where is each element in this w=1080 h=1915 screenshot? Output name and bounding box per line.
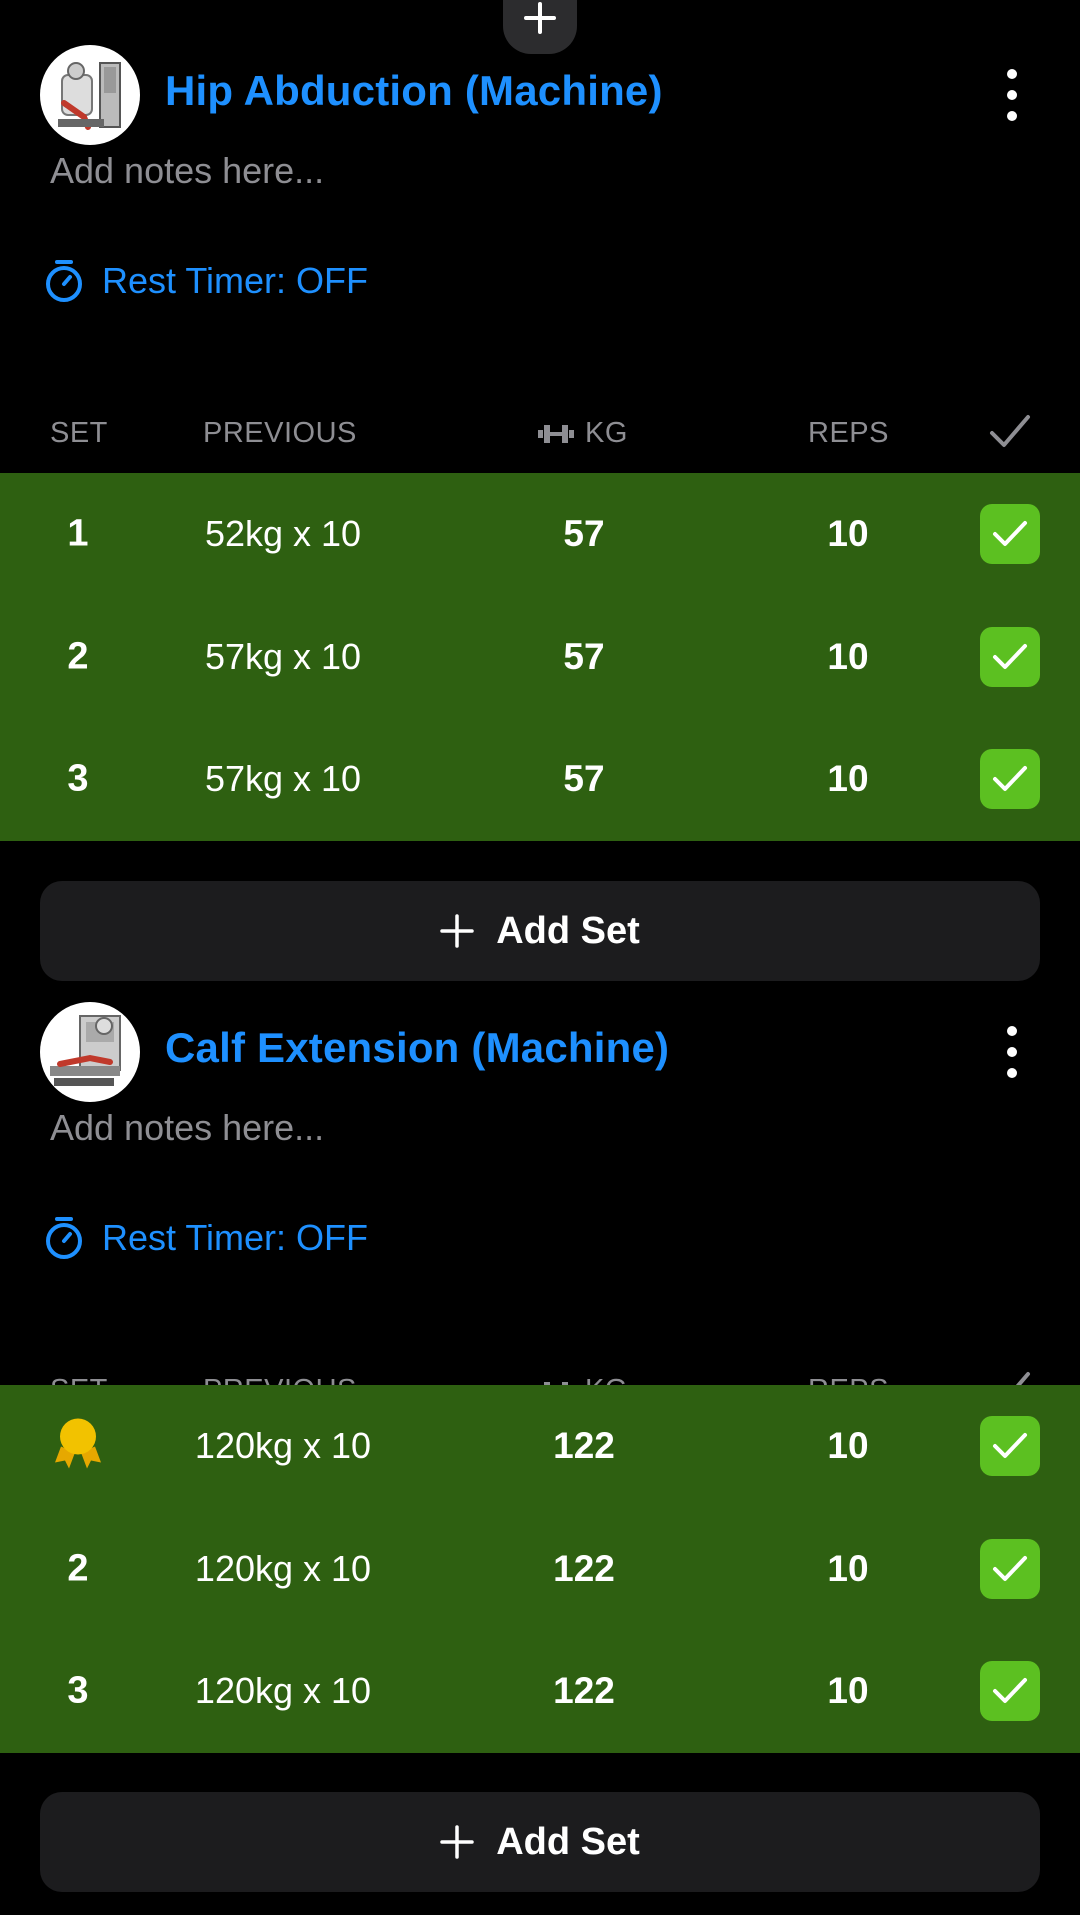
previous-value[interactable]: 120kg x 10 [195,1425,371,1467]
previous-value[interactable]: 120kg x 10 [195,1548,371,1590]
weight-input[interactable]: 57 [563,636,604,678]
checkmark-icon [993,521,1027,547]
reps-input[interactable]: 10 [827,1670,868,1712]
plus-icon [440,1825,474,1859]
rest-timer-label: Rest Timer: OFF [102,1217,369,1258]
set-rows: 1 52kg x 10 57 10 2 57kg x 10 57 10 3 57… [0,473,1080,841]
set-table-header: SET PREVIOUS KG REPS [0,415,1080,457]
set-row: 3 57kg x 10 57 10 [0,718,1080,841]
notes-input[interactable]: Add notes here... [50,150,324,192]
set-row: 3 120kg x 10 122 10 [0,1630,1080,1753]
rest-timer-button[interactable]: Rest Timer: OFF [44,1217,368,1278]
complete-set-checkbox[interactable] [980,626,1040,687]
checkmark-icon [993,643,1027,669]
column-kg: KG [537,417,628,450]
rest-timer-label: Rest Timer: OFF [102,260,369,301]
weight-input[interactable]: 122 [553,1548,615,1590]
complete-set-checkbox[interactable] [980,504,1040,565]
set-rows: 120kg x 10 122 10 2 120kg x 10 122 10 3 … [0,1385,1080,1753]
column-previous: PREVIOUS [203,417,357,449]
previous-value[interactable]: 52kg x 10 [205,513,361,555]
checkmark-header-icon [990,415,1030,447]
set-number[interactable]: 2 [67,1547,88,1590]
exercise-thumbnail[interactable] [40,1002,140,1102]
more-options-icon[interactable] [990,1022,1034,1082]
weight-input[interactable]: 122 [553,1670,615,1712]
previous-value[interactable]: 120kg x 10 [195,1670,371,1712]
plus-icon [524,2,556,34]
exercise-header: Calf Extension (Machine) [0,1002,1080,1102]
plus-icon [440,914,474,948]
checkmark-icon [993,1555,1027,1581]
reps-input[interactable]: 10 [827,1548,868,1590]
checkmark-icon [993,766,1027,792]
exercise-title[interactable]: Hip Abduction (Machine) [165,67,663,115]
dumbbell-icon [538,424,574,443]
add-set-button[interactable]: Add Set [40,1792,1040,1892]
more-options-icon[interactable] [990,65,1034,125]
exercise-header: Hip Abduction (Machine) [0,45,1080,145]
machine-illustration [58,62,121,130]
set-row: 2 57kg x 10 57 10 [0,596,1080,719]
complete-set-checkbox[interactable] [980,749,1040,810]
reps-input[interactable]: 10 [827,1425,868,1467]
set-row: 120kg x 10 122 10 [0,1385,1080,1508]
column-reps: REPS [808,417,889,449]
reps-input[interactable]: 10 [827,513,868,555]
set-number[interactable]: 1 [67,513,88,556]
add-set-label: Add Set [496,1820,640,1863]
complete-set-checkbox[interactable] [980,1538,1040,1599]
set-row: 2 120kg x 10 122 10 [0,1508,1080,1631]
set-number[interactable]: 3 [67,1670,88,1713]
reps-input[interactable]: 10 [827,758,868,800]
column-set: SET [50,417,108,449]
weight-input[interactable]: 122 [553,1425,615,1467]
set-number[interactable]: 2 [67,635,88,678]
weight-input[interactable]: 57 [563,513,604,555]
column-kg-label: KG [585,417,628,449]
checkmark-icon [993,1678,1027,1704]
rest-timer-button[interactable]: Rest Timer: OFF [44,260,368,321]
add-set-label: Add Set [496,909,640,952]
machine-illustration [50,1015,121,1086]
workout-screen: Hip Abduction (Machine) Add notes here..… [0,0,1080,1915]
reps-input[interactable]: 10 [827,636,868,678]
complete-set-checkbox[interactable] [980,1416,1040,1477]
add-set-button[interactable]: Add Set [40,881,1040,981]
complete-set-checkbox[interactable] [980,1661,1040,1722]
previous-value[interactable]: 57kg x 10 [205,758,361,800]
stopwatch-icon [46,260,82,302]
notes-input[interactable]: Add notes here... [50,1107,324,1149]
checkmark-icon [993,1433,1027,1459]
previous-value[interactable]: 57kg x 10 [205,636,361,678]
set-row: 1 52kg x 10 57 10 [0,473,1080,596]
medal-icon[interactable] [53,1417,103,1476]
exercise-title[interactable]: Calf Extension (Machine) [165,1024,669,1072]
stopwatch-icon [46,1217,82,1259]
exercise-thumbnail[interactable] [40,45,140,145]
weight-input[interactable]: 57 [563,758,604,800]
set-number[interactable]: 3 [67,758,88,801]
